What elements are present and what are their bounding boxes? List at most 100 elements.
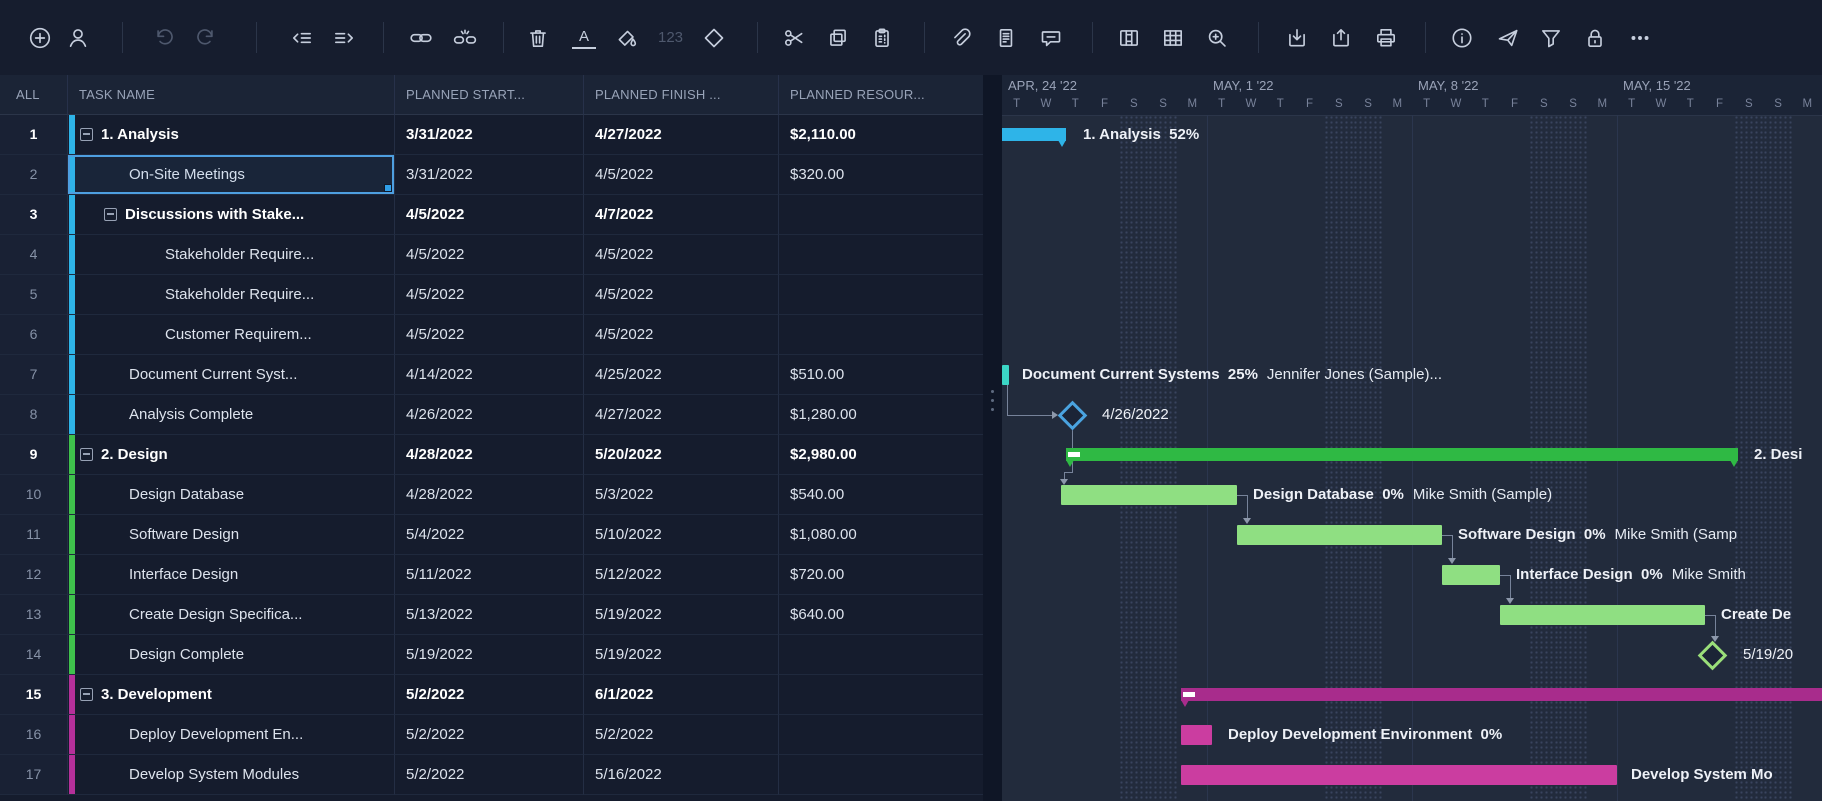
milestone-diamond[interactable]: [1058, 401, 1088, 431]
collapse-icon[interactable]: [80, 688, 93, 701]
planned-start-cell[interactable]: 5/13/2022: [395, 595, 584, 635]
row-number[interactable]: 9: [0, 435, 68, 475]
planned-finish-cell[interactable]: 5/3/2022: [584, 475, 779, 515]
row-number[interactable]: 14: [0, 635, 68, 675]
row-number[interactable]: 13: [0, 595, 68, 635]
planned-finish-cell[interactable]: 4/5/2022: [584, 275, 779, 315]
copy-icon[interactable]: [826, 26, 850, 50]
row-number[interactable]: 6: [0, 315, 68, 355]
planned-resource-cell[interactable]: $540.00: [779, 475, 983, 515]
planned-start-cell[interactable]: 5/4/2022: [395, 515, 584, 555]
task-bar[interactable]: [1061, 485, 1237, 505]
planned-finish-cell[interactable]: 4/5/2022: [584, 155, 779, 195]
task-name-cell[interactable]: 1. Analysis: [68, 115, 395, 155]
milestone-diamond[interactable]: [1698, 641, 1728, 671]
more-icon[interactable]: [1628, 26, 1652, 50]
task-name-cell[interactable]: Discussions with Stake...: [68, 195, 395, 235]
row-number[interactable]: 1: [0, 115, 68, 155]
number-format-icon[interactable]: 123: [658, 26, 682, 50]
planned-finish-cell[interactable]: 5/19/2022: [584, 595, 779, 635]
task-bar[interactable]: [1181, 765, 1617, 785]
add-icon[interactable]: [28, 26, 52, 50]
table-row[interactable]: 12Interface Design5/11/20225/12/2022$720…: [0, 555, 983, 595]
import-icon[interactable]: [1285, 26, 1309, 50]
task-name-cell[interactable]: Document Current Syst...: [68, 355, 395, 395]
planned-start-cell[interactable]: 3/31/2022: [395, 115, 584, 155]
task-bar[interactable]: [1500, 605, 1705, 625]
planned-start-cell[interactable]: 4/5/2022: [395, 195, 584, 235]
table-row[interactable]: 13Create Design Specifica...5/13/20225/1…: [0, 595, 983, 635]
planned-finish-cell[interactable]: 4/27/2022: [584, 115, 779, 155]
summary-bar[interactable]: [1181, 688, 1822, 701]
planned-resource-cell[interactable]: $720.00: [779, 555, 983, 595]
row-number[interactable]: 16: [0, 715, 68, 755]
planned-start-cell[interactable]: 4/5/2022: [395, 235, 584, 275]
task-name-cell[interactable]: Stakeholder Require...: [68, 235, 395, 275]
planned-finish-cell[interactable]: 5/10/2022: [584, 515, 779, 555]
task-name-cell[interactable]: Develop System Modules: [68, 755, 395, 795]
header-planned-resource[interactable]: PLANNED RESOUR...: [779, 75, 983, 115]
fill-color-icon[interactable]: [615, 26, 639, 50]
planned-start-cell[interactable]: 5/2/2022: [395, 755, 584, 795]
table-row[interactable]: 153. Development5/2/20226/1/2022: [0, 675, 983, 715]
row-number[interactable]: 2: [0, 155, 68, 195]
unlink-icon[interactable]: [453, 26, 477, 50]
table-row[interactable]: 3Discussions with Stake...4/5/20224/7/20…: [0, 195, 983, 235]
task-name-cell[interactable]: 2. Design: [68, 435, 395, 475]
planned-start-cell[interactable]: 4/5/2022: [395, 315, 584, 355]
table-row[interactable]: 92. Design4/28/20225/20/2022$2,980.00: [0, 435, 983, 475]
collapse-icon[interactable]: [80, 448, 93, 461]
assign-people-icon[interactable]: [66, 26, 90, 50]
table-row[interactable]: 11Software Design5/4/20225/10/2022$1,080…: [0, 515, 983, 555]
planned-finish-cell[interactable]: 4/27/2022: [584, 395, 779, 435]
table-row[interactable]: 4Stakeholder Require...4/5/20224/5/2022: [0, 235, 983, 275]
task-name-cell[interactable]: Deploy Development En...: [68, 715, 395, 755]
lock-icon[interactable]: [1583, 26, 1607, 50]
planned-resource-cell[interactable]: $510.00: [779, 355, 983, 395]
collapse-icon[interactable]: [80, 128, 93, 141]
table-row[interactable]: 10Design Database4/28/20225/3/2022$540.0…: [0, 475, 983, 515]
paste-icon[interactable]: [870, 26, 894, 50]
task-bar[interactable]: [1442, 565, 1500, 585]
attachment-icon[interactable]: [949, 26, 973, 50]
task-name-cell[interactable]: Interface Design: [68, 555, 395, 595]
planned-resource-cell[interactable]: $2,980.00: [779, 435, 983, 475]
comment-icon[interactable]: [1039, 26, 1063, 50]
planned-resource-cell[interactable]: $1,280.00: [779, 395, 983, 435]
table-row[interactable]: 11. Analysis3/31/20224/27/2022$2,110.00: [0, 115, 983, 155]
task-name-cell[interactable]: Software Design: [68, 515, 395, 555]
header-task-name[interactable]: TASK NAME: [68, 75, 395, 115]
planned-resource-cell[interactable]: [779, 195, 983, 235]
planned-start-cell[interactable]: 5/11/2022: [395, 555, 584, 595]
planned-finish-cell[interactable]: 5/19/2022: [584, 635, 779, 675]
table-row[interactable]: 6Customer Requirem...4/5/20224/5/2022: [0, 315, 983, 355]
link-icon[interactable]: [409, 26, 433, 50]
planned-finish-cell[interactable]: 4/7/2022: [584, 195, 779, 235]
planned-resource-cell[interactable]: [779, 635, 983, 675]
delete-icon[interactable]: [526, 26, 550, 50]
planned-start-cell[interactable]: 4/28/2022: [395, 435, 584, 475]
task-name-cell[interactable]: Create Design Specifica...: [68, 595, 395, 635]
indent-icon[interactable]: [332, 26, 356, 50]
planned-start-cell[interactable]: 5/2/2022: [395, 675, 584, 715]
planned-finish-cell[interactable]: 4/5/2022: [584, 235, 779, 275]
planned-resource-cell[interactable]: [779, 715, 983, 755]
milestone-icon[interactable]: [702, 26, 726, 50]
table-row[interactable]: 2On-Site Meetings3/31/20224/5/2022$320.0…: [0, 155, 983, 195]
planned-resource-cell[interactable]: [779, 315, 983, 355]
columns-icon[interactable]: [1117, 26, 1141, 50]
planned-resource-cell[interactable]: [779, 275, 983, 315]
task-name-cell[interactable]: 3. Development: [68, 675, 395, 715]
header-planned-start[interactable]: PLANNED START...: [395, 75, 584, 115]
planned-finish-cell[interactable]: 4/5/2022: [584, 315, 779, 355]
planned-start-cell[interactable]: 4/28/2022: [395, 475, 584, 515]
row-number[interactable]: 8: [0, 395, 68, 435]
task-name-cell[interactable]: Design Database: [68, 475, 395, 515]
row-number[interactable]: 12: [0, 555, 68, 595]
summary-bar[interactable]: [1066, 448, 1738, 461]
task-name-cell[interactable]: Design Complete: [68, 635, 395, 675]
undo-icon[interactable]: [151, 26, 175, 50]
planned-resource-cell[interactable]: [779, 235, 983, 275]
table-row[interactable]: 16Deploy Development En...5/2/20225/2/20…: [0, 715, 983, 755]
row-number[interactable]: 17: [0, 755, 68, 795]
